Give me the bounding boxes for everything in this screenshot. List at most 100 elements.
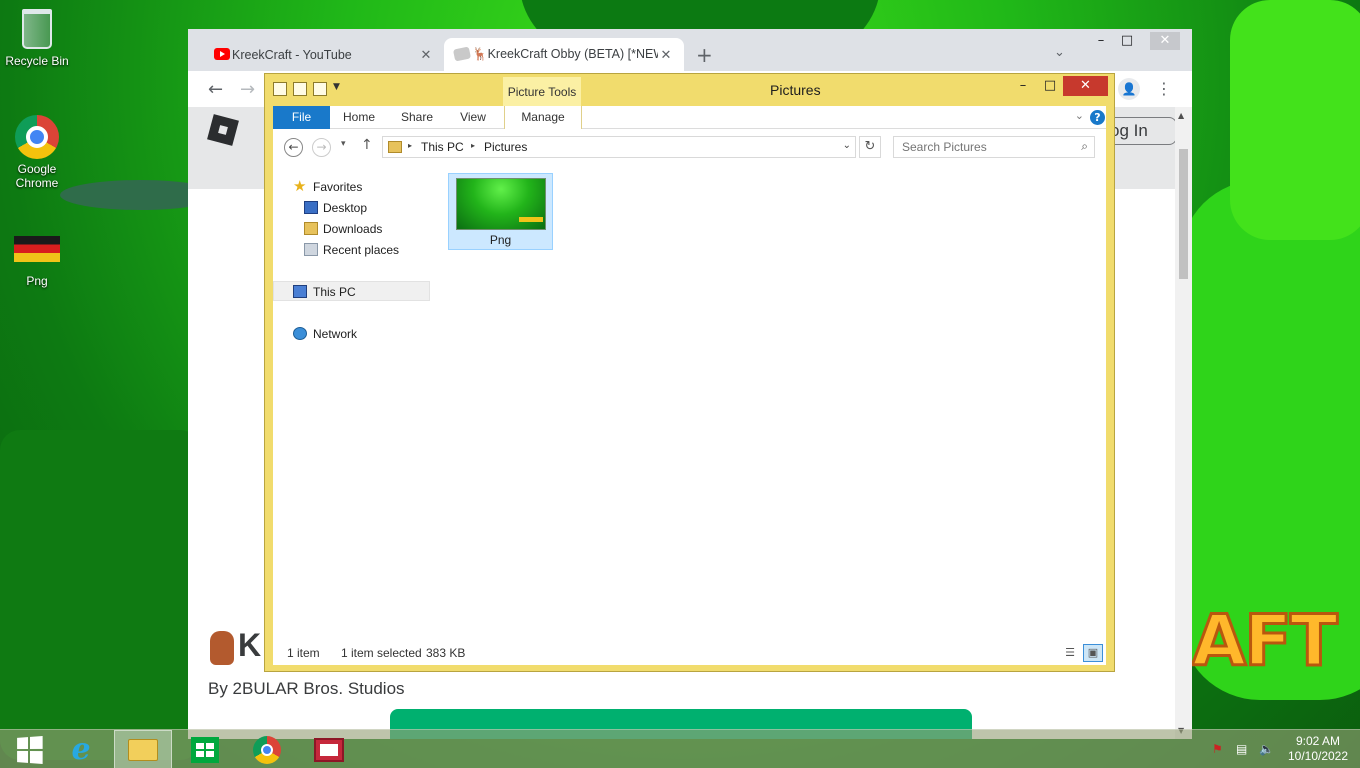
forward-button[interactable]: → [312,138,331,157]
search-icon[interactable]: ⌕ [1081,139,1088,154]
scroll-up-icon[interactable]: ▲ [1178,111,1184,120]
wallpaper-shape [0,430,200,760]
windows-logo-icon [17,735,43,764]
news-icon [314,737,344,762]
taskbar: e ⚑ ▤ 🔈 9:02 AM 10/10/2022 [0,729,1360,768]
action-center-flag-icon[interactable]: ⚑ [1212,742,1223,756]
nav-desktop[interactable]: Desktop [273,198,430,218]
search-box[interactable]: ⌕ [893,136,1095,158]
refresh-icon[interactable]: ↻ [859,136,881,158]
folder-icon[interactable] [313,82,327,96]
file-name: Png [489,233,512,247]
image-file-icon [14,236,60,262]
page-scrollbar[interactable]: ▲ ▼ [1175,107,1192,739]
chevron-down-icon[interactable]: ⌄ [843,140,851,151]
recycle-bin-icon [22,9,52,49]
close-button[interactable]: ✕ [1063,76,1108,96]
system-clock[interactable]: 9:02 AM 10/10/2022 [1283,734,1353,764]
roblox-icon [452,46,472,62]
tab-search-icon[interactable]: ⌄ [1054,45,1065,60]
breadcrumb-this-pc[interactable]: This PC [421,140,464,154]
properties-icon[interactable] [273,82,287,96]
start-button[interactable] [0,730,58,768]
ie-icon: e [71,732,91,767]
taskbar-store[interactable] [176,730,234,768]
profile-icon[interactable]: 👤 [1118,78,1140,100]
details-view-icon[interactable]: ☰ [1060,644,1080,662]
minimize-button[interactable]: – [1010,76,1036,96]
address-bar[interactable]: ▸ This PC ▸ Pictures ⌄ [382,136,856,158]
clock-time: 9:02 AM [1295,734,1341,748]
roblox-logo-icon[interactable] [207,114,239,146]
explorer-titlebar[interactable]: ▼ Picture Tools Pictures – □ ✕ [265,74,1114,107]
breadcrumb-pictures[interactable]: Pictures [484,140,527,154]
desktop-icon-recycle-bin[interactable]: Recycle Bin [0,6,74,68]
scroll-thumb[interactable] [1179,149,1188,279]
maximize-button[interactable]: □ [1037,76,1063,96]
recent-locations-icon[interactable]: ▾ [341,139,346,149]
expand-ribbon-icon[interactable]: ⌄ [1075,109,1084,122]
up-arrow-icon[interactable]: ↑ [361,137,373,153]
tab-roblox[interactable]: 🦌KreekCraft Obby (BETA) [*NEW ✕ [444,38,684,71]
downloads-icon [304,222,318,235]
close-tab-icon[interactable]: ✕ [658,47,674,63]
explorer-content: ★ Favorites Desktop Downloads Recent pla… [273,165,1106,639]
tab-strip: KreekCraft - YouTube ✕ 🦌KreekCraft Obby … [188,29,1192,71]
tab-manage[interactable]: Manage [504,106,582,129]
menu-kebab-icon[interactable]: ⋮ [1156,79,1172,98]
star-icon: ★ [293,178,307,195]
nav-label: Desktop [323,201,368,215]
desktop-icon-chrome[interactable]: Google Chrome [0,114,74,190]
close-button[interactable]: ✕ [1150,32,1180,50]
taskbar-news[interactable] [300,730,358,768]
wallpaper-logo-text: AFT [1191,599,1340,684]
taskbar-file-explorer[interactable] [114,730,172,768]
new-tab-button[interactable]: + [696,43,713,67]
nav-favorites[interactable]: ★ Favorites [273,177,430,197]
folder-icon [128,738,158,761]
clock-date: 10/10/2022 [1287,749,1349,763]
search-input[interactable] [894,137,1064,157]
breadcrumb-arrow-icon[interactable]: ▸ [471,141,475,150]
taskbar-ie[interactable]: e [52,730,110,768]
network-icon [293,327,307,340]
nav-network[interactable]: Network [273,324,430,344]
file-item-png[interactable]: Png [448,173,553,250]
nav-label: This PC [313,285,356,299]
tab-file[interactable]: File [273,106,330,129]
desktop-icon-label: Google Chrome [15,162,59,190]
tab-share[interactable]: Share [393,106,441,129]
maximize-button[interactable]: □ [1112,32,1142,50]
new-folder-icon[interactable] [293,82,307,96]
address-toolbar: ← → ▾ ↑ ▸ This PC ▸ Pictures ⌄ ↻ ⌕ [273,129,1106,165]
large-icons-view-icon[interactable]: ▣ [1083,644,1103,662]
nav-this-pc[interactable]: This PC [273,281,430,301]
tab-view[interactable]: View [449,106,497,129]
selection-count: 1 item selected [341,646,422,660]
desktop-icon-png[interactable]: Png [0,226,74,288]
game-title-text: K [238,627,262,663]
back-button[interactable]: ← [284,138,303,157]
item-count: 1 item [287,646,320,660]
nav-recent-places[interactable]: Recent places [273,240,430,260]
tab-youtube[interactable]: KreekCraft - YouTube ✕ [204,38,444,71]
close-tab-icon[interactable]: ✕ [418,47,434,63]
chrome-icon [253,735,281,764]
network-tray-icon[interactable]: ▤ [1236,742,1247,756]
tab-title: KreekCraft - YouTube [232,47,352,62]
forward-arrow-icon[interactable]: → [240,79,255,100]
file-explorer-window: ▼ Picture Tools Pictures – □ ✕ File Home… [264,73,1115,672]
back-arrow-icon[interactable]: ← [208,79,223,100]
window-title: Pictures [770,82,821,98]
customize-qat-icon[interactable]: ▼ [333,82,343,96]
volume-muted-icon[interactable]: 🔈 [1259,742,1274,756]
creator-label[interactable]: By 2BULAR Bros. Studios [208,679,405,699]
desktop-icon [304,201,318,214]
game-title: K [210,627,261,665]
breadcrumb-arrow-icon[interactable]: ▸ [408,141,412,150]
youtube-icon [214,48,230,60]
tab-home[interactable]: Home [335,106,383,129]
nav-downloads[interactable]: Downloads [273,219,430,239]
help-icon[interactable]: ? [1090,110,1105,125]
taskbar-chrome[interactable] [238,730,296,768]
